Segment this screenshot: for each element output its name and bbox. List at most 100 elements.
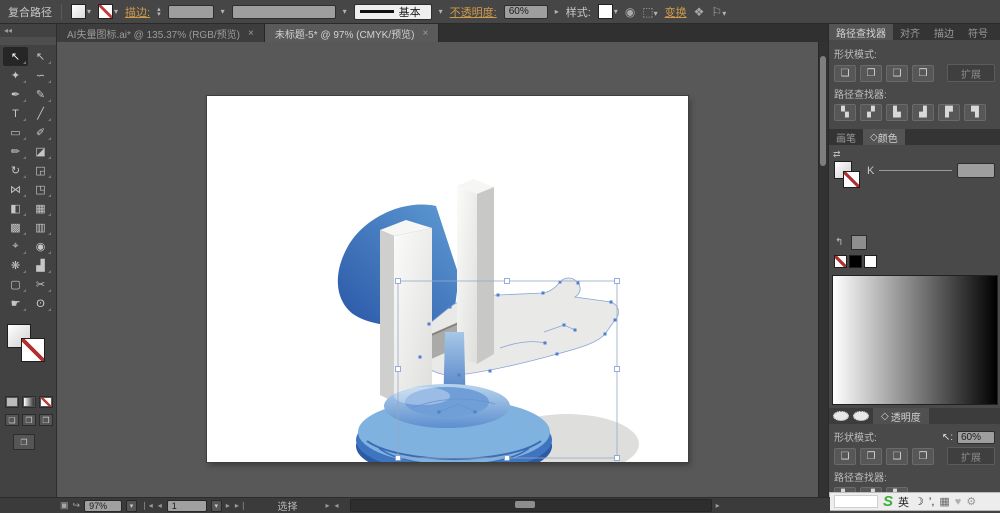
fill-color-dropdown[interactable]: ▾ <box>71 4 91 19</box>
tab-pathfinder[interactable]: 路径查找器 <box>829 24 893 40</box>
symbol-sprayer-tool[interactable]: ❋ <box>3 256 28 275</box>
slice-tool[interactable]: ✂ <box>28 275 53 294</box>
document-tab[interactable]: 未标题-5* @ 97% (CMYK/预览)× <box>265 24 439 42</box>
fill-stroke-indicator[interactable] <box>7 324 47 364</box>
close-icon[interactable]: × <box>422 28 428 39</box>
heart-icon[interactable]: ♥ <box>955 496 962 508</box>
grayscale-ramp[interactable] <box>832 275 998 405</box>
expand-button-2[interactable]: 扩展 <box>947 447 995 465</box>
blend-tool[interactable]: ◉ <box>28 237 53 256</box>
unite-button[interactable]: ❏ <box>834 65 856 82</box>
exclude-button[interactable]: ❒ <box>912 448 934 465</box>
hand-tool[interactable]: ☛ <box>3 294 28 313</box>
opacity-mask-thumbnail-icon[interactable] <box>853 411 869 421</box>
panel-collapse-icon[interactable]: ◂◂ <box>4 26 12 35</box>
k-slider[interactable] <box>879 170 952 171</box>
scroll-left-icon[interactable]: ▸ <box>326 501 331 510</box>
artboard-number-box[interactable]: 1 <box>167 500 207 512</box>
k-value-box[interactable] <box>957 163 995 178</box>
brush-definition-dropdown[interactable]: 基本 <box>354 4 432 20</box>
swap-fill-stroke-icon[interactable]: ⇄ <box>833 149 841 160</box>
tab-brushes[interactable]: 画笔 <box>829 129 863 145</box>
artwork-canvas[interactable] <box>207 96 688 462</box>
stroke-swatch[interactable] <box>21 338 45 362</box>
align-expand-icon[interactable]: ❖ <box>694 5 705 19</box>
magic-wand-tool[interactable]: ✦ <box>3 66 28 85</box>
opacity-mask-thumbnail-icon[interactable] <box>833 411 849 421</box>
white-swatch[interactable] <box>864 255 877 268</box>
width-tool[interactable]: ⋈ <box>3 180 28 199</box>
keyboard-icon[interactable]: ▦ <box>939 495 949 508</box>
rectangle-tool[interactable]: ▭ <box>3 123 28 142</box>
merge-button[interactable]: ▙ <box>886 104 908 121</box>
color-stroke-swatch[interactable] <box>843 171 860 188</box>
moon-icon[interactable]: ☽ <box>914 495 924 508</box>
opacity-value-box[interactable]: 60% <box>504 5 548 19</box>
last-color-swatch[interactable] <box>851 235 867 250</box>
direct-selection-tool[interactable]: ↖ <box>28 47 53 66</box>
prev-artboard-icon[interactable]: ◂ <box>158 501 163 510</box>
sogou-logo-icon[interactable]: S <box>883 494 893 509</box>
perspective-grid-tool[interactable]: ▦ <box>28 199 53 218</box>
document-setup-globe-icon[interactable]: ◉ <box>625 5 635 19</box>
scale-tool[interactable]: ◲ <box>28 161 53 180</box>
zoom-level-box[interactable]: 97% <box>84 500 122 512</box>
divide-button[interactable]: ▚ <box>834 104 856 121</box>
crop-button[interactable]: ▟ <box>912 104 934 121</box>
last-artboard-icon[interactable]: ▸❘ <box>235 501 248 510</box>
settings-gear-icon[interactable]: ⚙ <box>966 495 976 508</box>
pillar-left[interactable] <box>380 220 432 402</box>
style-dropdown[interactable]: ▾ <box>598 4 618 19</box>
vertical-scrollbar-thumb[interactable] <box>820 56 826 166</box>
transform-link[interactable]: 变换 <box>665 4 687 20</box>
workspace-icon[interactable]: ▣ <box>60 500 69 511</box>
document-tab[interactable]: AI失量图标.ai* @ 135.37% (RGB/预览)× <box>57 24 265 42</box>
tools-panel-header[interactable] <box>0 37 56 45</box>
shape-builder-tool[interactable]: ◧ <box>3 199 28 218</box>
variable-width-dropdown[interactable] <box>232 5 336 19</box>
artboard[interactable] <box>207 96 688 462</box>
invert-icon[interactable]: ↰ <box>835 237 843 248</box>
minus-front-button[interactable]: ❐ <box>860 448 882 465</box>
rotate-tool[interactable]: ↻ <box>3 161 28 180</box>
screen-mode-icon[interactable]: ❐ <box>13 434 35 450</box>
ime-input-box[interactable] <box>834 495 878 508</box>
pencil-tool[interactable]: ✎ <box>28 85 53 104</box>
intersect-button[interactable]: ❑ <box>886 448 908 465</box>
color-button[interactable] <box>5 396 19 408</box>
pen-tool[interactable]: ✒ <box>3 85 28 104</box>
paintbrush-tool[interactable]: ✐ <box>28 123 53 142</box>
vertical-scrollbar[interactable] <box>818 42 828 497</box>
mesh-tool[interactable]: ▩ <box>3 218 28 237</box>
stroke-weight-dropdown[interactable] <box>168 5 214 19</box>
transparency-opacity-box[interactable]: 60% <box>957 431 995 444</box>
minus-back-button[interactable]: ▜ <box>964 104 986 121</box>
first-artboard-icon[interactable]: ❘◂ <box>141 501 154 510</box>
tab-align[interactable]: 对齐 <box>893 24 927 40</box>
ime-language-toggle[interactable]: 英 <box>898 494 909 510</box>
outline-button[interactable]: ▛ <box>938 104 960 121</box>
draw-inside-icon[interactable]: ❒ <box>39 414 53 426</box>
trim-button[interactable]: ▞ <box>860 104 882 121</box>
next-artboard-icon[interactable]: ▸ <box>226 501 231 510</box>
scroll-right-icon[interactable]: ▸ <box>716 501 721 510</box>
lasso-tool[interactable]: ∽ <box>28 66 53 85</box>
line-segment-tool[interactable]: ╱ <box>28 104 53 123</box>
opacity-link[interactable]: 不透明度: <box>450 4 497 20</box>
draw-behind-icon[interactable]: ❐ <box>22 414 36 426</box>
punctuation-icon[interactable]: ’, <box>929 496 935 508</box>
horizontal-scrollbar[interactable] <box>350 499 712 512</box>
close-icon[interactable]: × <box>248 28 254 39</box>
none-button[interactable] <box>39 396 53 408</box>
select-similar-icon[interactable]: ⬚▾ <box>642 5 657 19</box>
tab-color[interactable]: ◇颜色 <box>863 129 905 145</box>
share-icon[interactable]: ↪ <box>73 500 81 511</box>
tab-transparency[interactable]: ◇透明度 <box>873 408 929 424</box>
draw-normal-icon[interactable]: ❏ <box>5 414 19 426</box>
tab-stroke[interactable]: 描边 <box>927 24 961 40</box>
column-graph-tool[interactable]: ▟ <box>28 256 53 275</box>
stroke-color-dropdown[interactable]: ▾ <box>98 4 118 19</box>
horizontal-scrollbar-thumb[interactable] <box>515 501 535 508</box>
gradient-button[interactable] <box>22 396 36 408</box>
black-swatch[interactable] <box>849 255 862 268</box>
